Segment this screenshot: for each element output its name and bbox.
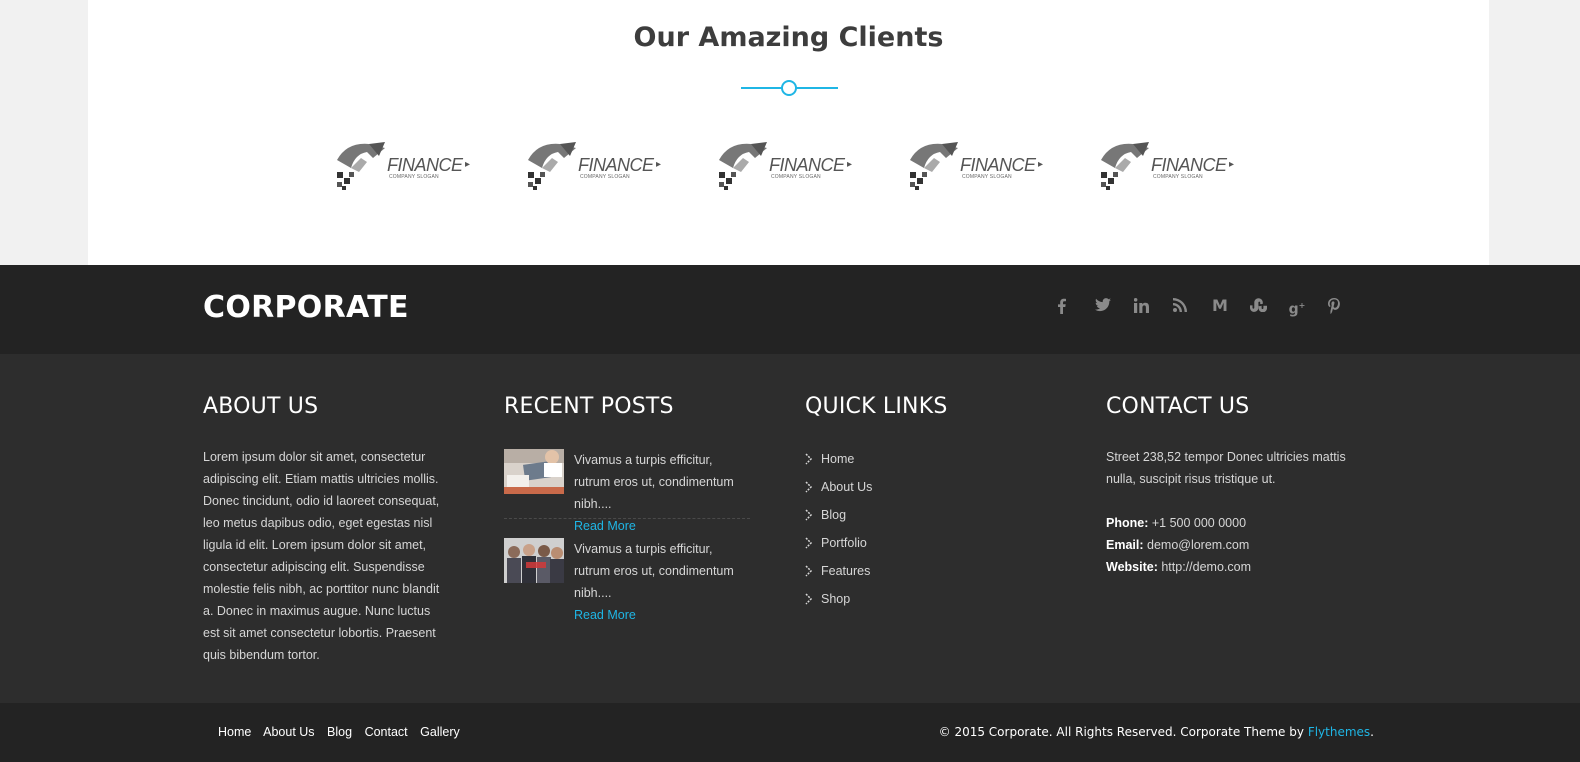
quick-link-features[interactable]: Features	[805, 563, 947, 591]
pinterest-icon[interactable]	[1323, 295, 1345, 317]
footer-bottom-bar: Home About Us Blog Contact Gallery © 201…	[0, 703, 1580, 762]
quick-links-title: QUICK LINKS	[805, 394, 948, 419]
logo-arrow-icon: ▸	[1038, 159, 1044, 170]
rss-icon[interactable]	[1169, 295, 1191, 317]
chevron-right-icon	[805, 565, 813, 577]
finance-logo-icon	[910, 142, 958, 190]
medium-icon[interactable]: M	[1209, 295, 1231, 317]
clients-title: Our Amazing Clients	[633, 22, 944, 53]
google-plus-icon[interactable]: g+	[1286, 295, 1308, 318]
post-thumbnail[interactable]	[504, 538, 564, 583]
logo-slogan: COMPANY SLOGAN	[962, 174, 1012, 180]
quick-link-blog[interactable]: Blog	[805, 507, 947, 535]
logo-word: FINANCE	[1151, 155, 1227, 175]
finance-logo-icon	[719, 142, 767, 190]
contact-title: CONTACT US	[1106, 394, 1250, 419]
chevron-right-icon	[805, 509, 813, 521]
contact-website[interactable]: Website: http://demo.com	[1106, 556, 1356, 578]
recent-post[interactable]: Vivamus a turpis efficitur, rutrum eros …	[504, 538, 750, 622]
chevron-right-icon	[805, 481, 813, 493]
post-excerpt: Vivamus a turpis efficitur, rutrum eros …	[574, 542, 734, 600]
footer-nav-home[interactable]: Home	[218, 725, 251, 739]
clients-section: Our Amazing Clients FINANCE ▸ COMPANY SL…	[88, 0, 1489, 265]
contact-details: Street 238,52 tempor Donec ultricies mat…	[1106, 446, 1356, 578]
footer-nav-blog[interactable]: Blog	[327, 725, 352, 739]
logo-slogan: COMPANY SLOGAN	[771, 174, 821, 180]
client-logo[interactable]: FINANCE ▸ COMPANY SLOGAN	[1097, 138, 1237, 192]
twitter-icon[interactable]	[1092, 295, 1114, 317]
client-logo[interactable]: FINANCE ▸ COMPANY SLOGAN	[715, 138, 855, 192]
quick-link-about-us[interactable]: About Us	[805, 479, 947, 507]
client-logo[interactable]: FINANCE ▸ COMPANY SLOGAN	[906, 138, 1046, 192]
chevron-right-icon	[805, 537, 813, 549]
footer-widgets: ABOUT US Lorem ipsum dolor sit amet, con…	[0, 354, 1580, 703]
divider-circle-icon	[781, 80, 797, 96]
post-text: Vivamus a turpis efficitur, rutrum eros …	[574, 449, 750, 537]
theme-author-link[interactable]: Flythemes	[1308, 725, 1370, 739]
logo-arrow-icon: ▸	[847, 159, 853, 170]
logo-arrow-icon: ▸	[465, 159, 471, 170]
finance-logo-icon	[337, 142, 385, 190]
read-more-link[interactable]: Read More	[574, 608, 636, 622]
about-column: ABOUT US Lorem ipsum dolor sit amet, con…	[203, 394, 447, 666]
post-text: Vivamus a turpis efficitur, rutrum eros …	[574, 538, 750, 626]
chevron-right-icon	[805, 453, 813, 465]
logo-word: FINANCE	[769, 155, 845, 175]
logo-word: FINANCE	[960, 155, 1036, 175]
contact-phone: Phone: +1 500 000 0000	[1106, 516, 1247, 530]
footer-nav-contact[interactable]: Contact	[365, 725, 408, 739]
logo-arrow-icon: ▸	[656, 159, 662, 170]
post-excerpt: Vivamus a turpis efficitur, rutrum eros …	[574, 453, 734, 511]
recent-post[interactable]: Vivamus a turpis efficitur, rutrum eros …	[504, 449, 750, 533]
logo-word: FINANCE	[387, 155, 463, 175]
read-more-link[interactable]: Read More	[574, 519, 636, 533]
recent-posts-column: RECENT POSTS Vivamus a turpis efficitur,…	[504, 394, 754, 624]
client-logo[interactable]: FINANCE ▸ COMPANY SLOGAN	[333, 138, 473, 192]
footer-top-bar: CORPORATE M g+	[0, 265, 1580, 354]
about-text: Lorem ipsum dolor sit amet, consectetur …	[203, 450, 440, 662]
logo-word: FINANCE	[578, 155, 654, 175]
copyright: © 2015 Corporate. All Rights Reserved. C…	[938, 725, 1374, 739]
footer-nav-about-us[interactable]: About Us	[263, 725, 314, 739]
chevron-right-icon	[805, 593, 813, 605]
logo-arrow-icon: ▸	[1229, 159, 1235, 170]
quick-links-column: QUICK LINKS Home About Us Blog Portfolio…	[805, 394, 947, 619]
footer-nav-gallery[interactable]: Gallery	[420, 725, 460, 739]
client-logos: FINANCE ▸ COMPANY SLOGAN FINANCE ▸ COMPA…	[88, 138, 1489, 198]
contact-address: Street 238,52 tempor Donec ultricies mat…	[1106, 450, 1346, 486]
quick-links-list: Home About Us Blog Portfolio Features Sh…	[805, 451, 947, 619]
client-logo[interactable]: FINANCE ▸ COMPANY SLOGAN	[524, 138, 664, 192]
quick-link-portfolio[interactable]: Portfolio	[805, 535, 947, 563]
post-separator	[504, 518, 750, 519]
linkedin-icon[interactable]	[1130, 295, 1152, 317]
logo-slogan: COMPANY SLOGAN	[580, 174, 630, 180]
footer-nav: Home About Us Blog Contact Gallery	[218, 725, 469, 739]
footer-brand[interactable]: CORPORATE	[203, 290, 409, 325]
post-thumbnail[interactable]	[504, 449, 564, 494]
finance-logo-icon	[1101, 142, 1149, 190]
title-divider	[741, 80, 838, 96]
quick-link-home[interactable]: Home	[805, 451, 947, 479]
logo-slogan: COMPANY SLOGAN	[1153, 174, 1203, 180]
facebook-icon[interactable]	[1051, 295, 1073, 317]
about-title: ABOUT US	[203, 394, 319, 419]
stumbleupon-icon[interactable]	[1248, 295, 1270, 317]
contact-email[interactable]: Email: demo@lorem.com	[1106, 534, 1356, 556]
contact-column: CONTACT US Street 238,52 tempor Donec ul…	[1106, 394, 1356, 578]
recent-posts-title: RECENT POSTS	[504, 394, 674, 419]
logo-slogan: COMPANY SLOGAN	[389, 174, 439, 180]
quick-link-shop[interactable]: Shop	[805, 591, 947, 619]
finance-logo-icon	[528, 142, 576, 190]
